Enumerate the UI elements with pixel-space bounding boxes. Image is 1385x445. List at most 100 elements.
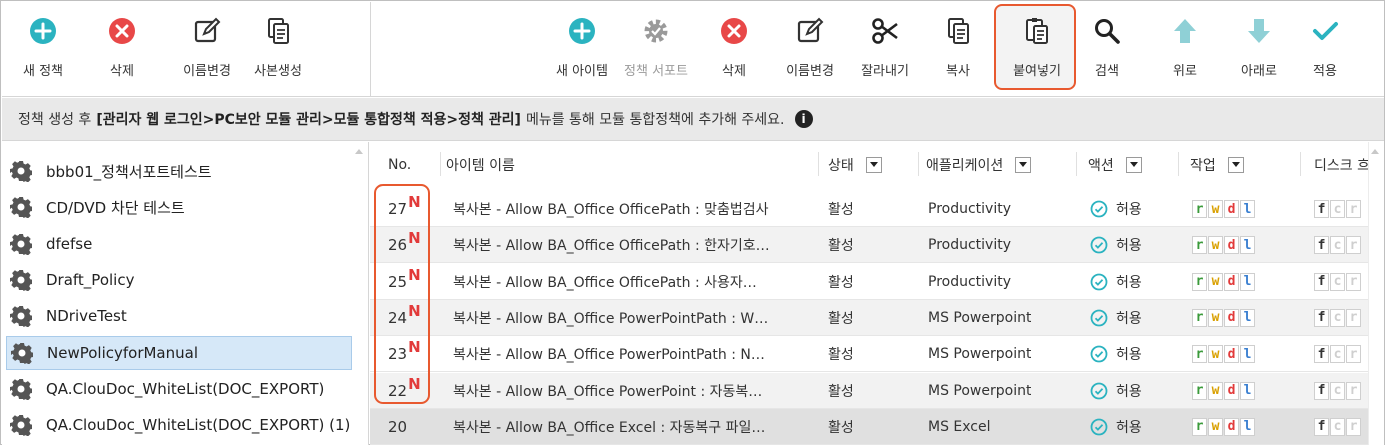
col-action[interactable]: 액션 xyxy=(1088,142,1142,187)
table-row[interactable]: 25 N 복사본 - Allow BA_Office OfficePath : 사용… xyxy=(370,264,1384,300)
disk-c[interactable]: c xyxy=(1330,381,1345,400)
disk-r[interactable]: r xyxy=(1346,381,1361,400)
grid-scrollbar[interactable] xyxy=(1368,142,1384,445)
scroll-up-arrow[interactable] xyxy=(1371,149,1379,154)
permission-d[interactable]: d xyxy=(1224,417,1239,436)
disk-f[interactable]: f xyxy=(1314,236,1329,255)
permission-d[interactable]: d xyxy=(1224,381,1239,400)
permission-l[interactable]: l xyxy=(1240,308,1255,327)
disk-c[interactable]: c xyxy=(1330,308,1345,327)
col-app[interactable]: 애플리케이션 xyxy=(926,142,1032,187)
item-permissions: rwdl xyxy=(1192,409,1256,445)
permission-d[interactable]: d xyxy=(1224,200,1239,218)
permission-d[interactable]: d xyxy=(1224,236,1239,255)
permission-r[interactable]: r xyxy=(1192,381,1207,400)
disk-f[interactable]: f xyxy=(1314,345,1329,364)
col-name[interactable]: 아이템 이름 xyxy=(446,142,515,187)
policy-button-0[interactable]: 새 정책 xyxy=(17,8,69,90)
table-row[interactable]: 20 복사본 - Allow BA_Office Excel : 자동복구 파일…… xyxy=(370,408,1384,445)
policy-list-item[interactable]: QA.ClouDoc_WhiteList(DOC_EXPORT) (1) xyxy=(6,408,352,442)
disk-f[interactable]: f xyxy=(1314,200,1329,218)
permission-w[interactable]: w xyxy=(1208,200,1223,218)
gear-check-icon xyxy=(639,14,673,48)
table-row[interactable]: 26 N 복사본 - Allow BA_Office OfficePath : 한자… xyxy=(370,227,1384,264)
permission-d[interactable]: d xyxy=(1224,308,1239,327)
policy-button-3[interactable]: 사본생성 xyxy=(243,8,313,90)
filter-dropdown-icon[interactable] xyxy=(1227,156,1244,173)
table-row[interactable]: 27 N 복사본 - Allow BA_Office OfficePath : 맞춤… xyxy=(370,191,1384,227)
disk-r[interactable]: r xyxy=(1346,308,1361,327)
permission-l[interactable]: l xyxy=(1240,381,1255,400)
item-button-7[interactable]: 검색 xyxy=(1087,8,1127,90)
permission-r[interactable]: r xyxy=(1192,200,1207,218)
permission-r[interactable]: r xyxy=(1192,417,1207,436)
disk-c[interactable]: c xyxy=(1330,272,1345,291)
table-row[interactable]: 22 N 복사본 - Allow BA_Office PowerPoint : 자동… xyxy=(370,372,1384,409)
permission-r[interactable]: r xyxy=(1192,272,1207,291)
permission-d[interactable]: d xyxy=(1224,272,1239,291)
policy-list-item[interactable]: NDriveTest xyxy=(6,299,352,333)
disk-c[interactable]: c xyxy=(1330,345,1345,364)
policy-button-1[interactable]: 삭제 xyxy=(102,8,142,90)
permission-l[interactable]: l xyxy=(1240,417,1255,436)
col-work[interactable]: 작업 xyxy=(1190,142,1244,187)
permission-l[interactable]: l xyxy=(1240,236,1255,255)
permission-w[interactable]: w xyxy=(1208,381,1223,400)
col-no[interactable]: No. xyxy=(388,142,411,187)
policy-list-item[interactable]: QA.ClouDoc_WhiteList(DOC_EXPORT) xyxy=(6,372,352,406)
disk-c[interactable]: c xyxy=(1330,417,1345,436)
disk-c[interactable]: c xyxy=(1330,200,1345,218)
item-button-10[interactable]: 적용 xyxy=(1305,8,1345,90)
permission-d[interactable]: d xyxy=(1224,345,1239,364)
item-button-3[interactable]: 이름변경 xyxy=(780,8,840,90)
permission-w[interactable]: w xyxy=(1208,272,1223,291)
item-button-8[interactable]: 위로 xyxy=(1165,8,1205,90)
disk-f[interactable]: f xyxy=(1314,272,1329,291)
disk-r[interactable]: r xyxy=(1346,200,1361,218)
scroll-up-arrow[interactable] xyxy=(355,149,363,154)
item-button-1[interactable]: 정책 서포트 xyxy=(618,8,694,90)
policy-button-2[interactable]: 이름변경 xyxy=(177,8,237,90)
item-button-6[interactable]: 붙여넣기 xyxy=(999,8,1075,90)
filter-dropdown-icon[interactable] xyxy=(865,156,882,173)
table-row[interactable]: 23 N 복사본 - Allow BA_Office PowerPointPath … xyxy=(370,336,1384,373)
disk-r[interactable]: r xyxy=(1346,272,1361,291)
permission-l[interactable]: l xyxy=(1240,272,1255,291)
filter-dropdown-icon[interactable] xyxy=(1125,156,1142,173)
col-status[interactable]: 상태 xyxy=(828,142,882,187)
permission-l[interactable]: l xyxy=(1240,345,1255,364)
col-disk[interactable]: 디스크 흐 xyxy=(1314,142,1370,187)
disk-f[interactable]: f xyxy=(1314,308,1329,327)
permission-w[interactable]: w xyxy=(1208,308,1223,327)
disk-f[interactable]: f xyxy=(1314,417,1329,436)
policy-list-item[interactable]: Draft_Policy xyxy=(6,263,352,297)
disk-r[interactable]: r xyxy=(1346,345,1361,364)
item-button-4[interactable]: 잘라내기 xyxy=(855,8,915,90)
permission-w[interactable]: w xyxy=(1208,417,1223,436)
permission-w[interactable]: w xyxy=(1208,345,1223,364)
permission-r[interactable]: r xyxy=(1192,308,1207,327)
policy-list-scrollbar[interactable] xyxy=(352,142,368,445)
policy-list-item[interactable]: CD/DVD 차단 테스트 xyxy=(6,190,352,224)
permission-w[interactable]: w xyxy=(1208,236,1223,255)
disk-r[interactable]: r xyxy=(1346,236,1361,255)
policy-list-item[interactable]: bbb01_정책서포트테스트 xyxy=(6,154,352,188)
policy-list: bbb01_정책서포트테스트 CD/DVD 차단 테스트 dfefse Draft_P… xyxy=(2,142,369,445)
item-button-9[interactable]: 아래로 xyxy=(1234,8,1284,90)
item-button-0[interactable]: 새 아이템 xyxy=(547,8,617,90)
disk-r[interactable]: r xyxy=(1346,417,1361,436)
item-button-5[interactable]: 복사 xyxy=(938,8,978,90)
x-circle-icon xyxy=(717,14,751,48)
item-button-2[interactable]: 삭제 xyxy=(714,8,754,90)
permission-r[interactable]: r xyxy=(1192,236,1207,255)
filter-dropdown-icon[interactable] xyxy=(1015,156,1032,173)
disk-c[interactable]: c xyxy=(1330,236,1345,255)
item-application: Productivity xyxy=(928,237,1011,254)
permission-l[interactable]: l xyxy=(1240,200,1255,218)
disk-f[interactable]: f xyxy=(1314,381,1329,400)
permission-r[interactable]: r xyxy=(1192,345,1207,364)
info-icon[interactable]: i xyxy=(794,110,813,128)
table-row[interactable]: 24 N 복사본 - Allow BA_Office PowerPointPath … xyxy=(370,299,1384,336)
policy-list-item[interactable]: NewPolicyforManual xyxy=(6,335,352,370)
policy-list-item[interactable]: dfefse xyxy=(6,227,352,261)
